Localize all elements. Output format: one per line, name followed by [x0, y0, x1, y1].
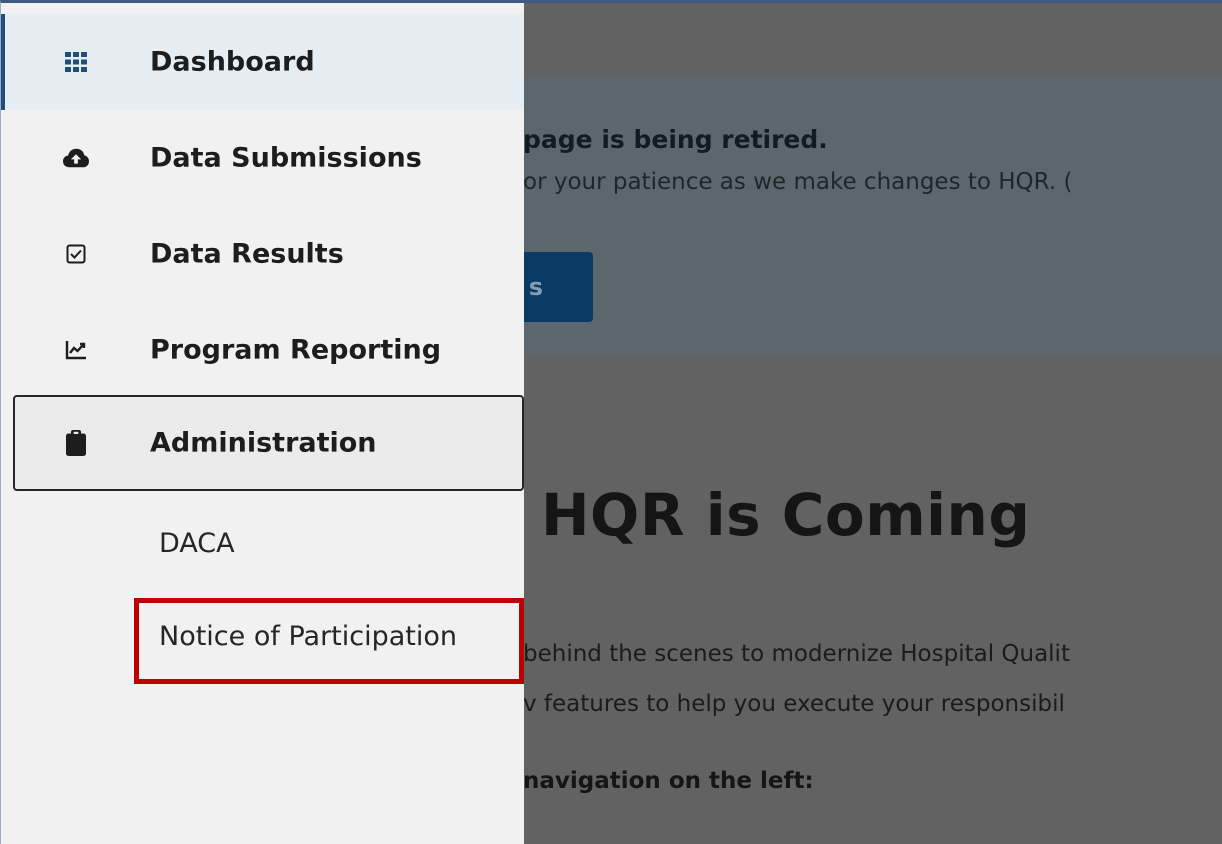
sidebar-item-dashboard[interactable]: Dashboard — [1, 14, 524, 110]
sidebar-item-program-reporting[interactable]: Program Reporting — [1, 302, 524, 398]
intro-text-line-2: v features to help you execute your resp… — [523, 691, 1065, 717]
sidebar-subitem-daca[interactable]: DACA — [159, 528, 235, 559]
app-window: page is being retired. or your patience … — [0, 0, 1222, 844]
sidebar-item-data-submissions[interactable]: Data Submissions — [1, 110, 524, 206]
banner-button-label: s — [528, 273, 543, 301]
clipboard-icon — [63, 430, 89, 456]
grid-icon — [63, 49, 89, 75]
banner-title: page is being retired. — [523, 125, 828, 154]
sidebar-item-label: Dashboard — [150, 46, 315, 78]
page-title: HQR is Coming — [541, 481, 1031, 549]
banner-text: or your patience as we make changes to H… — [523, 169, 1073, 195]
checkbox-icon — [63, 241, 89, 267]
intro-text-line-1: behind the scenes to modernize Hospital … — [523, 641, 1070, 667]
sidebar-item-data-results[interactable]: Data Results — [1, 206, 524, 302]
sidebar-item-label: Program Reporting — [150, 334, 442, 366]
cloud-upload-icon — [63, 145, 89, 171]
sidebar-item-label: Administration — [150, 427, 377, 459]
sidebar-item-label: Data Results — [150, 238, 344, 270]
sidebar: Dashboard Data Submissions Data Results — [1, 3, 524, 844]
chart-line-icon — [63, 337, 89, 363]
sidebar-item-administration[interactable]: Administration — [13, 395, 524, 491]
highlight-annotation-box — [134, 598, 524, 684]
navigation-subhead: navigation on the left: — [523, 768, 814, 794]
sidebar-item-label: Data Submissions — [150, 142, 422, 174]
